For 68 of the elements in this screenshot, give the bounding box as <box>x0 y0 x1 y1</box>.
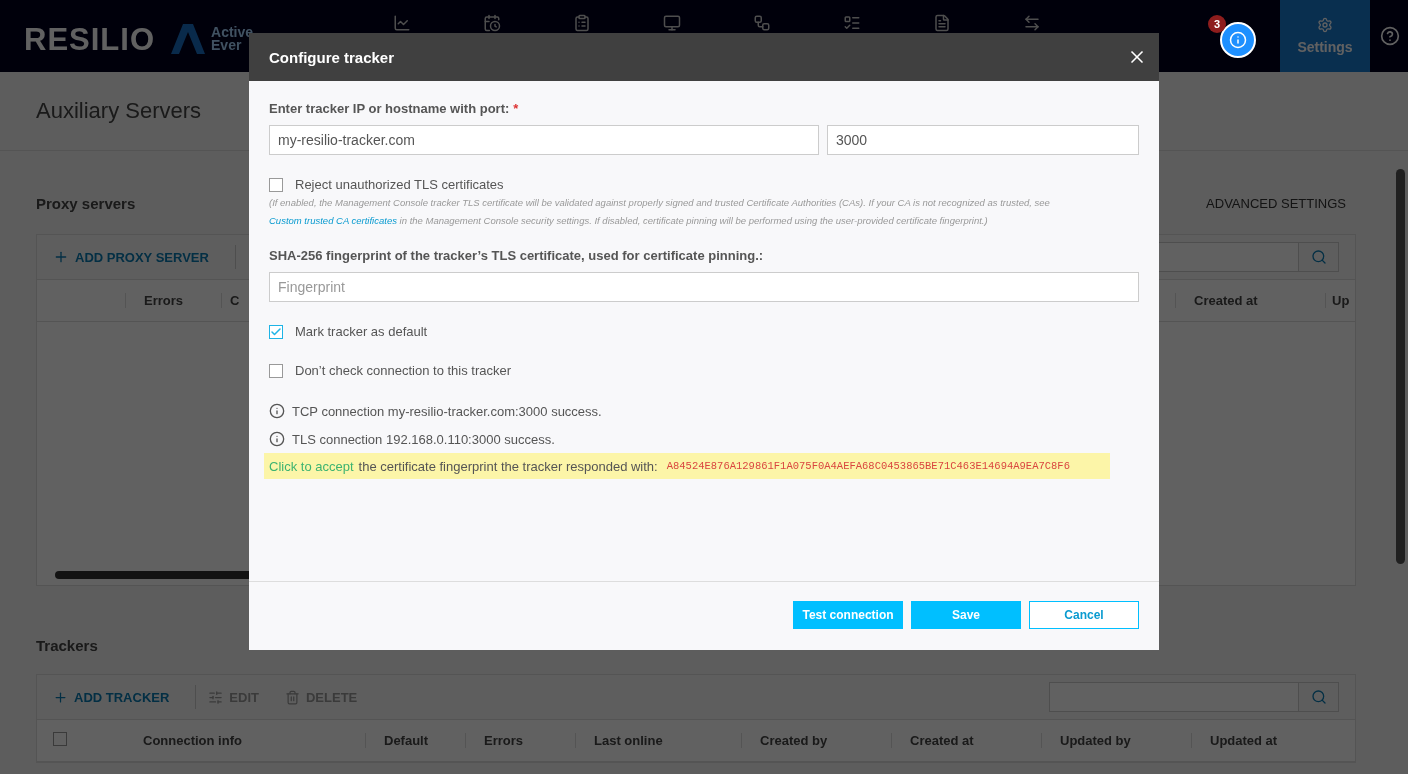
nav-icon[interactable] <box>483 14 502 32</box>
fingerprint-value: A84524E876A129861F1A075F0A4AEFA68C0453865BE71C463E14694A9EA7C8F6 <box>666 460 1070 472</box>
checkbox-label: Reject unauthorized TLS certificates <box>295 177 504 192</box>
column-header: Errors <box>465 733 575 748</box>
advanced-settings-link[interactable]: ADVANCED SETTINGS <box>1206 196 1346 211</box>
field-label: Enter tracker IP or hostname with port: <box>269 101 510 116</box>
plus-icon <box>53 689 68 705</box>
field-label: SHA-256 fingerprint of the tracker’s TLS certificate, used for certificate pinning.: <box>269 248 764 263</box>
info-button[interactable] <box>1220 22 1256 58</box>
nav-icon[interactable] <box>753 14 772 32</box>
checkbox[interactable] <box>269 363 283 378</box>
logo: RESILIO <box>24 22 155 58</box>
section-title: Trackers <box>36 636 98 654</box>
scrollbar[interactable] <box>1395 169 1405 564</box>
accept-link[interactable]: Click to accept <box>269 458 354 474</box>
info-icon <box>1229 31 1247 49</box>
search-icon <box>1310 689 1327 705</box>
column-header: Default <box>365 733 465 748</box>
section-title: Proxy servers <box>36 195 136 212</box>
select-all-checkbox[interactable] <box>53 732 67 746</box>
column-header: Created at <box>1175 293 1325 308</box>
nav-icon[interactable] <box>933 14 952 32</box>
partner-logo-text: Active Ever <box>211 26 254 52</box>
add-button[interactable]: ADD PROXY SERVER <box>53 249 223 265</box>
column-header: Up <box>1325 293 1355 308</box>
sliders-icon <box>208 689 224 705</box>
column-header: Updated by <box>1041 733 1191 748</box>
status-message: TCP connection my-resilio-tracker.com:3000 success. <box>292 403 602 419</box>
port-field[interactable]: 3000 <box>827 125 1139 155</box>
notification-badge: 3 <box>1208 15 1226 33</box>
checkbox-label: Don’t check connection to this tracker <box>295 363 512 378</box>
checkbox-label: Mark tracker as default <box>295 324 428 339</box>
status-message: TLS connection 192.168.0.110:3000 success. <box>292 431 555 447</box>
action-button[interactable]: Save <box>911 600 1021 629</box>
trash-icon <box>284 689 300 705</box>
action-button[interactable]: Test connection <box>793 600 903 629</box>
cancel-button[interactable]: Cancel <box>1029 600 1139 629</box>
nav-icon[interactable] <box>843 14 862 32</box>
add-button[interactable]: ADD TRACKER <box>53 689 184 705</box>
nav-icon[interactable] <box>573 14 592 32</box>
nav-icon[interactable] <box>393 14 412 32</box>
column-header: Errors <box>125 293 221 308</box>
settings-tab[interactable]: Settings <box>1280 0 1370 72</box>
column-header: Created at <box>891 733 1041 748</box>
search-icon <box>1310 249 1327 265</box>
gear-icon <box>1317 17 1333 33</box>
link[interactable]: Custom trusted CA certificates <box>269 215 397 226</box>
checkbox[interactable] <box>269 324 283 339</box>
notice-text: the certificate fingerprint the tracker responded with: <box>358 458 658 474</box>
info-icon <box>269 431 285 447</box>
plus-icon <box>53 249 69 265</box>
nav-icon[interactable] <box>663 14 682 32</box>
checkbox[interactable] <box>269 177 283 192</box>
column-header: Updated at <box>1191 733 1341 748</box>
column-header: Connection info <box>142 733 243 748</box>
dialog-title: Configure tracker <box>269 48 395 66</box>
required-mark: * <box>513 101 519 116</box>
info-icon <box>269 403 285 419</box>
search-button[interactable] <box>1299 242 1339 272</box>
column-header: Created by <box>741 733 891 748</box>
page-title: Auxiliary Servers <box>36 98 202 124</box>
host-field[interactable]: my-resilio-tracker.com <box>269 125 819 155</box>
nav-icon[interactable] <box>1023 14 1042 32</box>
column-header: Last online <box>575 733 741 748</box>
partner-logo-icon <box>169 24 207 54</box>
help-note: (If enabled, the Management Console tracker TLS certificate will be validated against properly signed and trusted Certificate Authorities (CAs). If your CA is not recognized as trusted, see Custom trusted CA certificates in the Management Console security settings. If disabled, certificate pinning will be performed using the user-provided certificate fingerprint.) <box>269 196 1051 228</box>
fingerprint-field[interactable]: Fingerprint <box>269 272 1139 302</box>
search-button[interactable] <box>1299 682 1339 712</box>
